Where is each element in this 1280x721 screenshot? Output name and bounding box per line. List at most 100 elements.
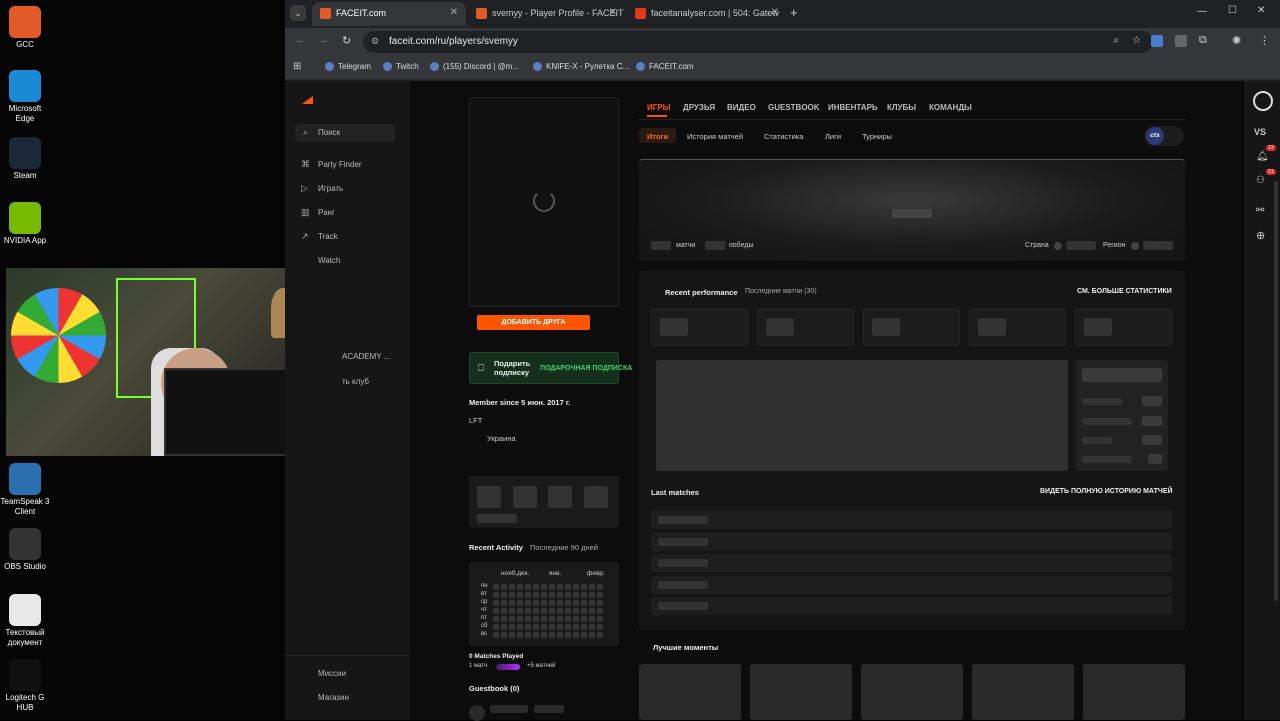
stat-placeholder <box>1082 418 1132 425</box>
heatmap-cell <box>517 608 523 614</box>
maximize-button[interactable]: ☐ <box>1228 5 1237 16</box>
bookmark-twitch[interactable]: Twitch <box>383 62 419 71</box>
heatmap-cell <box>565 608 571 614</box>
subtab-leagues[interactable]: Лиги <box>825 132 841 141</box>
heatmap-cell <box>517 624 523 630</box>
tab-faceitanalyser[interactable]: faceitanalyser.com | 504: Gatew ✕ <box>627 2 787 26</box>
menu-icon[interactable]: ⋮ <box>1259 34 1270 47</box>
subtab-statistics[interactable]: Статистика <box>764 132 803 141</box>
site-info-icon[interactable]: ⚙ <box>371 36 379 47</box>
match-row[interactable] <box>651 532 1172 551</box>
profile-icon[interactable]: ✺ <box>1232 34 1241 47</box>
nav-shop[interactable]: Магазин <box>301 693 349 702</box>
heatmap-cell <box>565 616 571 622</box>
heatmap-cell <box>549 616 555 622</box>
app-icon <box>9 528 41 560</box>
subtab-tournaments[interactable]: Турниры <box>862 132 892 141</box>
performance-chart-placeholder <box>656 360 1068 471</box>
desktop-icon[interactable]: OBS Studio <box>0 528 50 572</box>
matchmaking-ball-icon[interactable] <box>1253 91 1273 111</box>
tab-faceit[interactable]: FACEIT.com ✕ <box>312 2 466 26</box>
nav-party-finder[interactable]: ⌘ Party Finder <box>301 159 362 169</box>
recent-performance-sub: Последние матчи (30) <box>745 288 817 295</box>
match-row[interactable] <box>651 554 1172 572</box>
faceit-logo-icon[interactable] <box>302 96 313 104</box>
heatmap-cell <box>493 592 499 598</box>
back-button[interactable]: ← <box>295 34 306 46</box>
friends-icon[interactable]: ⚇ <box>1256 175 1265 186</box>
bookmarks-bar: ⊞ Telegram Twitch (155) Discord | @m... … <box>285 56 1280 80</box>
close-icon[interactable]: ✕ <box>771 7 779 18</box>
bookmark-star-icon[interactable]: ☆ <box>1132 35 1141 46</box>
highlight-card[interactable] <box>750 664 852 720</box>
highlight-card[interactable] <box>861 664 963 720</box>
extension-icon[interactable] <box>1151 35 1163 47</box>
tab-player-profile[interactable]: svemyy - Player Profile - FACEIT ✕ <box>468 2 625 26</box>
gift-subscription-card[interactable]: ⎕ Подарить подписку ПОДАРОЧНАЯ ПОДПИСКА <box>469 352 632 384</box>
bookmark-telegram[interactable]: Telegram <box>325 62 371 71</box>
subtab-match-history[interactable]: История матчей <box>687 132 743 141</box>
highlight-card[interactable] <box>1083 664 1185 720</box>
nav-create-club[interactable]: ть клуб <box>325 377 369 386</box>
desktop-icon-label: OBS Studio <box>4 562 46 571</box>
scrollbar[interactable] <box>1274 181 1278 601</box>
nav-play[interactable]: ▷ Играть <box>301 183 343 193</box>
bookmark-knife-x[interactable]: KNIFE-X - Рулетка С... <box>533 62 629 71</box>
tab-teams[interactable]: КОМАНДЫ <box>929 103 972 112</box>
nav-rank[interactable]: ▥ Ранг <box>301 207 335 217</box>
tab-guestbook[interactable]: GUESTBOOK <box>768 103 820 112</box>
search-input[interactable]: ⌕ Поиск <box>295 124 395 142</box>
friends-badge: 51 <box>1266 169 1277 175</box>
apps-grid-icon[interactable]: ⊞ <box>293 61 301 72</box>
close-window-button[interactable]: ✕ <box>1257 5 1265 16</box>
subtab-summary[interactable]: Итоги <box>647 132 668 141</box>
extensions-puzzle-icon[interactable]: ⧉ <box>1199 34 1207 47</box>
forward-button[interactable]: → <box>318 34 329 46</box>
add-friend-button[interactable]: ДОБАВИТЬ ДРУГА <box>477 315 590 330</box>
minimize-button[interactable]: — <box>1197 6 1207 17</box>
tab-games[interactable]: ИГРЫ <box>647 103 670 112</box>
heatmap-cell <box>549 624 555 630</box>
game-selector[interactable]: cts <box>1144 126 1184 146</box>
nav-watch[interactable]: Watch <box>301 256 340 265</box>
highlight-card[interactable] <box>639 664 741 720</box>
tab-video[interactable]: ВИДЕО <box>727 103 756 112</box>
desktop-icon[interactable]: GCC <box>0 6 50 50</box>
nav-academy[interactable]: ACADEMY ... <box>325 352 390 361</box>
more-stats-link[interactable]: СМ. БОЛЬШЕ СТАТИСТИКИ <box>1077 288 1172 295</box>
party-icon[interactable]: ⚯ <box>1256 205 1264 216</box>
close-icon[interactable]: ✕ <box>609 7 617 18</box>
heatmap-cell <box>557 584 563 590</box>
nav-missions[interactable]: Миссии <box>301 669 346 678</box>
notification-bell-icon[interactable]: 🔔︎ <box>1256 151 1269 162</box>
zoom-icon[interactable]: ⌕ <box>1113 35 1119 46</box>
add-circle-icon[interactable]: ⊕ <box>1256 229 1265 242</box>
close-icon[interactable]: ✕ <box>450 7 458 18</box>
new-tab-button[interactable]: + <box>790 5 798 20</box>
reload-button[interactable]: ↻ <box>342 34 351 47</box>
url-bar[interactable]: ⚙ faceit.com/ru/players/svemyy ⌕ ☆ <box>363 31 1153 53</box>
tab-inventory[interactable]: ИНВЕНТАРЬ <box>828 103 878 112</box>
bookmark-faceit[interactable]: FACEIT.com <box>636 62 693 71</box>
desktop-icon[interactable]: NVIDIA App <box>0 202 50 246</box>
tab-clubs[interactable]: КЛУБЫ <box>887 103 916 112</box>
vs-icon[interactable]: VS <box>1254 127 1266 137</box>
match-row[interactable] <box>651 511 1172 529</box>
desktop-icon[interactable]: TeamSpeak 3 Client <box>0 463 50 517</box>
nav-track[interactable]: ↗ Track <box>301 231 338 241</box>
desktop-icon[interactable]: Microsoft Edge <box>0 70 50 124</box>
tab-friends[interactable]: ДРУЗЬЯ <box>683 103 715 112</box>
match-row[interactable] <box>651 597 1172 615</box>
desktop-icon[interactable]: Текстовый документ <box>0 594 50 648</box>
desktop-icon[interactable]: Steam <box>0 137 50 181</box>
heatmap-cell <box>573 608 579 614</box>
full-history-link[interactable]: ВИДЕТЬ ПОЛНУЮ ИСТОРИЮ МАТЧЕЙ <box>1040 488 1173 495</box>
heatmap-cell <box>549 600 555 606</box>
highlight-card[interactable] <box>972 664 1074 720</box>
tab-search-button[interactable]: ⌄ <box>290 5 306 21</box>
match-row[interactable] <box>651 575 1172 594</box>
bookmark-discord[interactable]: (155) Discord | @m... <box>430 62 519 71</box>
desktop-icon[interactable]: Logitech G HUB <box>0 659 50 713</box>
badge-placeholder <box>584 486 608 508</box>
extension-icon[interactable] <box>1175 35 1187 47</box>
